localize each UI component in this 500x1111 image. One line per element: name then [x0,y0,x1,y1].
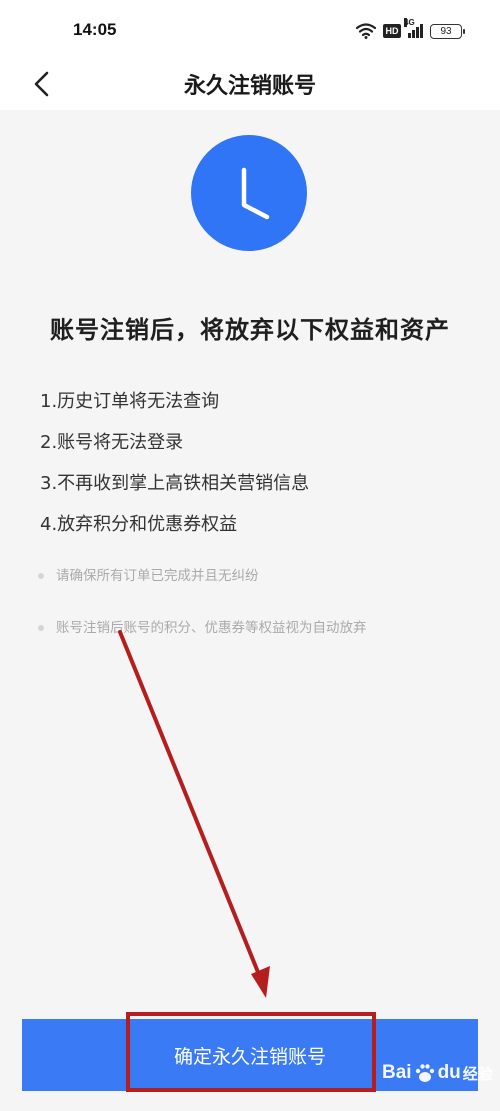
signal-icon: 4G [404,18,423,38]
wifi-icon [356,23,376,39]
watermark-brand-right: du [437,1062,461,1083]
rights-list: 1.历史订单将无法查询 2.账号将无法登录 3.不再收到掌上高铁相关营销信息 4… [40,388,480,552]
signal-label: 4G [404,18,415,27]
list-item: 3.不再收到掌上高铁相关营销信息 [40,473,310,494]
notes-list: 请确保所有订单已完成并且无纠纷 账号注销后账号的积分、优惠券等权益视为自动放弃 [38,562,488,666]
battery-icon: 93 [430,23,465,39]
hd-icon: HD [383,24,401,38]
note-item: 请确保所有订单已完成并且无纠纷 [38,562,488,614]
nav-bar: 永久注销账号 [0,58,500,110]
list-item: 2.账号将无法登录 [40,432,184,453]
paw-icon [415,1064,434,1082]
clock-icon [191,135,307,251]
page-title: 永久注销账号 [183,74,316,99]
status-bar: 14:05 HD 4G 93 [0,0,500,58]
status-time: 14:05 [73,20,117,39]
watermark-brand-left: Bai [382,1062,412,1083]
list-item: 1.历史订单将无法查询 [40,391,220,412]
main-content: 账号注销后，将放弃以下权益和资产 1.历史订单将无法查询 2.账号将无法登录 3… [0,110,500,1111]
list-item: 4.放弃积分和优惠券权益 [40,514,238,535]
headline: 账号注销后，将放弃以下权益和资产 [50,316,450,344]
note-item: 账号注销后账号的积分、优惠券等权益视为自动放弃 [38,614,488,666]
baidu-watermark: Bai du 经验 [382,1058,493,1088]
status-icons: HD 4G 93 [356,18,465,41]
watermark-suffix: 经验 [462,1065,493,1083]
